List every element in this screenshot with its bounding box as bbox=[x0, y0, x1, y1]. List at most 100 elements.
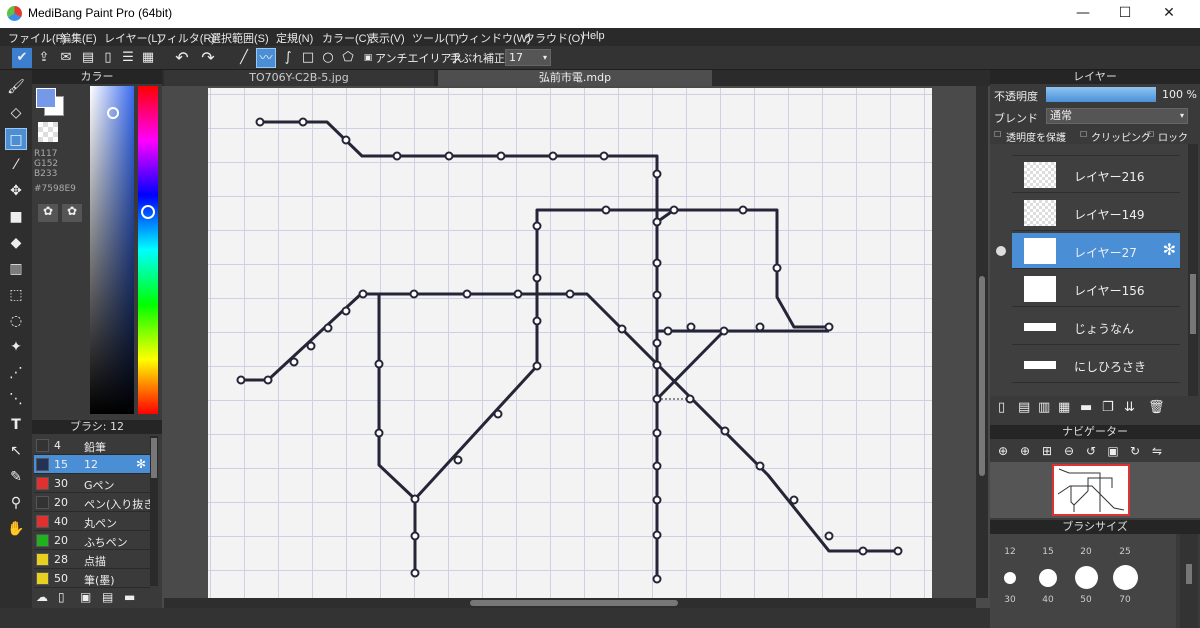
size-50[interactable]: 50 bbox=[1071, 595, 1101, 605]
menu-edit[interactable]: 編集(E) bbox=[60, 30, 97, 46]
zoom-fit-icon[interactable]: ⊕ bbox=[994, 442, 1012, 460]
lasso-select-icon[interactable]: ◌ bbox=[5, 310, 27, 332]
layer-item[interactable]: レイヤー216 bbox=[1012, 157, 1180, 193]
bucket-tool-icon[interactable]: ◆ bbox=[5, 232, 27, 254]
add-layer-menu-icon[interactable]: ▦ bbox=[1058, 400, 1070, 415]
folder-icon[interactable]: ▬ bbox=[1080, 400, 1092, 415]
size-dot-50[interactable] bbox=[1075, 566, 1098, 589]
redo-icon[interactable]: ↷ bbox=[198, 48, 218, 68]
select-pen-icon[interactable]: ⋰ bbox=[5, 362, 27, 384]
flip-icon[interactable]: ⇋ bbox=[1148, 442, 1166, 460]
menu-color[interactable]: カラー(C) bbox=[322, 30, 370, 46]
clipping-checkbox[interactable]: ☐ bbox=[1080, 130, 1087, 139]
curve-tool-icon[interactable]: ∫ bbox=[278, 48, 298, 68]
doc-tab-jpg[interactable]: TO706Y-C2B-5.jpg bbox=[164, 70, 434, 86]
layer-item[interactable]: レイヤー149 bbox=[1012, 195, 1180, 231]
chat-icon[interactable]: ✉ bbox=[56, 48, 76, 68]
size-40[interactable]: 40 bbox=[1033, 595, 1063, 605]
menu-selection[interactable]: 選択範囲(S) bbox=[210, 30, 269, 46]
size-70[interactable]: 70 bbox=[1110, 595, 1140, 605]
add-brush-icon[interactable]: ▣ bbox=[80, 590, 91, 604]
minimize-button[interactable]: — bbox=[1060, 0, 1106, 28]
merge-layer-icon[interactable]: ⇊ bbox=[1124, 400, 1135, 415]
share-icon[interactable]: ⇪ bbox=[34, 48, 54, 68]
menu-file[interactable]: ファイル(F) bbox=[8, 30, 66, 46]
move-tool-icon[interactable]: ✥ bbox=[5, 180, 27, 202]
menu-window[interactable]: ウィンドウ(W) bbox=[458, 30, 531, 46]
duplicate-layer-icon[interactable]: ❐ bbox=[1102, 400, 1114, 415]
new-layer-icon[interactable]: ▯ bbox=[998, 400, 1005, 415]
saturation-value-field[interactable] bbox=[90, 86, 134, 414]
brush-item[interactable]: 20 ペン(入り抜き) bbox=[34, 493, 159, 512]
magic-wand-icon[interactable]: ✦ bbox=[5, 336, 27, 358]
brush-item-selected[interactable]: 15 12 ✻ bbox=[34, 455, 150, 474]
menu-layer[interactable]: レイヤー(L) bbox=[104, 30, 161, 46]
zoom-out-icon[interactable]: ⊖ bbox=[1060, 442, 1078, 460]
sv-cursor[interactable] bbox=[107, 107, 119, 119]
new-brush-icon[interactable]: ▯ bbox=[58, 590, 65, 604]
maximize-button[interactable]: ☐ bbox=[1102, 0, 1148, 28]
menu-tool[interactable]: ツール(T) bbox=[412, 30, 459, 46]
text-tool-icon[interactable]: T bbox=[5, 414, 27, 436]
size-dot-70[interactable] bbox=[1113, 565, 1138, 590]
close-button[interactable]: ✕ bbox=[1146, 0, 1192, 28]
menu-help[interactable]: Help bbox=[582, 30, 605, 42]
h-scroll-thumb[interactable] bbox=[470, 600, 678, 606]
transparent-swatch[interactable] bbox=[38, 122, 58, 142]
blend-select[interactable]: 通常 ▾ bbox=[1046, 108, 1188, 124]
palette-icon[interactable]: ✿ bbox=[38, 204, 58, 222]
gear-icon[interactable]: ✻ bbox=[136, 457, 146, 471]
horizontal-scrollbar[interactable] bbox=[164, 598, 976, 608]
shape-tool-icon[interactable]: □ bbox=[5, 128, 27, 150]
layer-item[interactable]: にしひろさき bbox=[1012, 347, 1180, 383]
brush-item[interactable]: 4 鉛筆 bbox=[34, 436, 150, 455]
zoom-in-icon[interactable]: ⊕ bbox=[1016, 442, 1034, 460]
fit-window-icon[interactable]: ⊞ bbox=[1038, 442, 1056, 460]
layer-item-partial[interactable] bbox=[1012, 146, 1180, 156]
size-15[interactable]: 15 bbox=[1033, 547, 1063, 557]
navigator-viewport[interactable] bbox=[1052, 464, 1130, 516]
folder-icon[interactable]: ▬ bbox=[124, 590, 135, 604]
menu-cloud[interactable]: クラウド(O) bbox=[524, 30, 584, 46]
layer-item[interactable]: じょうなん bbox=[1012, 309, 1180, 345]
layer-item-selected[interactable]: レイヤー27 ✻ bbox=[1012, 233, 1180, 269]
brush-item[interactable]: 20 ふちペン bbox=[34, 531, 150, 550]
brush-item[interactable]: 50 筆(墨) bbox=[34, 569, 150, 588]
brush-item[interactable]: 30 Gペン bbox=[34, 474, 150, 493]
protect-checkbox[interactable]: ☐ bbox=[994, 130, 1001, 139]
polygon-tool-icon[interactable]: ⬠ bbox=[338, 48, 358, 68]
comment-icon[interactable]: ▤ bbox=[78, 48, 98, 68]
rectangle-tool-icon[interactable]: □ bbox=[298, 48, 318, 68]
polyline-tool-icon[interactable]: 〰 bbox=[256, 48, 276, 68]
hand-tool-icon[interactable]: ✋ bbox=[5, 518, 27, 540]
current-color[interactable] bbox=[36, 88, 56, 108]
size-dot-30[interactable] bbox=[1004, 572, 1016, 584]
new-halftone-layer-icon[interactable]: ▤ bbox=[1018, 400, 1030, 415]
select-eraser-icon[interactable]: ⋱ bbox=[5, 388, 27, 410]
document-icon[interactable]: ▯ bbox=[98, 48, 118, 68]
hue-slider[interactable] bbox=[138, 86, 158, 414]
rect-select-icon[interactable]: ⬚ bbox=[5, 284, 27, 306]
menu-filter[interactable]: フィルタ(R) bbox=[156, 30, 215, 46]
layer-scroll-thumb[interactable] bbox=[1190, 274, 1196, 334]
dot-brush-icon[interactable]: ⁄ bbox=[5, 154, 27, 176]
eraser-tool-icon[interactable]: ◇ bbox=[5, 102, 27, 124]
trash-icon[interactable]: 🗑 bbox=[1148, 400, 1165, 415]
layer-visibility-icon[interactable] bbox=[996, 246, 1006, 256]
size-30[interactable]: 30 bbox=[995, 595, 1025, 605]
vertical-scrollbar[interactable] bbox=[976, 86, 988, 598]
doc-tab-mdp[interactable]: 弘前市電.mdp bbox=[438, 70, 712, 86]
v-scroll-thumb[interactable] bbox=[979, 276, 985, 476]
drawing-canvas[interactable] bbox=[208, 88, 932, 598]
line-tool-icon[interactable]: ╱ bbox=[234, 48, 254, 68]
brush-size-scrollbar[interactable] bbox=[1180, 534, 1198, 628]
size-scroll-thumb[interactable] bbox=[1186, 564, 1192, 584]
list-icon[interactable]: ☰ bbox=[118, 48, 138, 68]
gear-icon[interactable]: ✻ bbox=[1163, 240, 1176, 259]
hue-cursor[interactable] bbox=[141, 205, 155, 219]
rotate-left-icon[interactable]: ↺ bbox=[1082, 442, 1100, 460]
size-12[interactable]: 12 bbox=[995, 547, 1025, 557]
menu-view[interactable]: 表示(V) bbox=[368, 30, 405, 46]
lock-checkbox[interactable]: ☐ bbox=[1147, 130, 1154, 139]
divide-tool-icon[interactable]: ✎ bbox=[5, 466, 27, 488]
